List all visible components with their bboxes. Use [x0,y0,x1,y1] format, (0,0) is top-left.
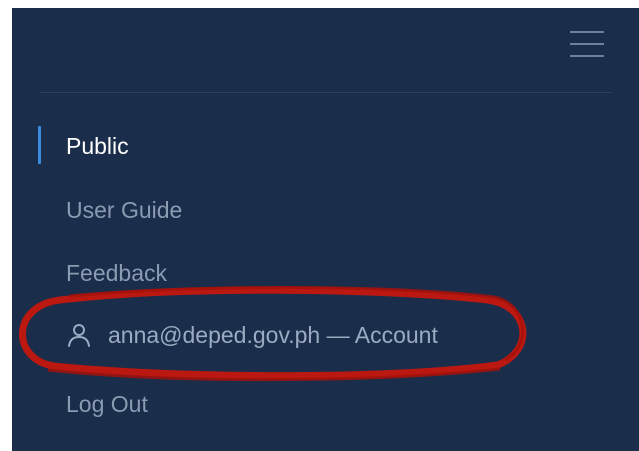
nav-menu: Public User Guide Feedback anna@deped.go… [12,8,639,451]
mobile-nav-panel: Public User Guide Feedback anna@deped.go… [12,8,639,451]
nav-item-log-out[interactable]: Log Out [66,384,148,424]
nav-item-feedback[interactable]: Feedback [66,253,167,293]
nav-item-account[interactable]: anna@deped.gov.ph — Account [66,315,438,355]
screenshot-stage: Public User Guide Feedback anna@deped.go… [0,0,639,451]
account-label: anna@deped.gov.ph — Account [108,322,438,348]
user-icon [66,322,92,348]
nav-item-public[interactable]: Public [66,126,129,166]
active-indicator [38,126,41,164]
nav-item-user-guide[interactable]: User Guide [66,190,182,230]
